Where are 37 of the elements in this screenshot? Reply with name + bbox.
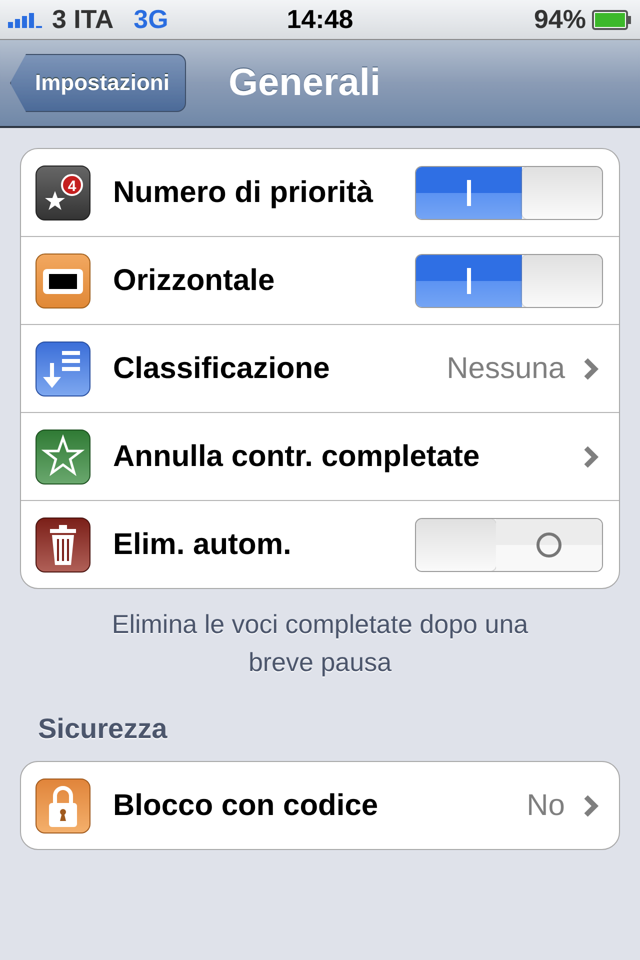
on-mark-icon <box>467 268 471 294</box>
clock-time: 14:48 <box>286 4 354 35</box>
on-mark-icon <box>467 180 471 206</box>
setting-label: Numero di priorità <box>113 176 374 210</box>
settings-row[interactable]: Blocco con codice No <box>21 762 619 849</box>
toggle-switch[interactable] <box>415 166 603 220</box>
chevron-icon <box>583 356 599 380</box>
network-type: 3G <box>134 4 168 35</box>
setting-label: Orizzontale <box>113 264 276 298</box>
screen-title: Generali <box>228 62 381 104</box>
settings-row[interactable]: Orizzontale <box>21 237 619 325</box>
section-header: Sicurezza <box>38 713 168 745</box>
padlock-icon <box>35 778 91 834</box>
setting-label: Annulla contr. completate <box>113 440 481 474</box>
carrier-name: 3 ITA <box>52 4 114 35</box>
chevron-icon <box>583 444 599 468</box>
setting-label: Elim. autom. <box>113 528 292 562</box>
footer-note: Elimina le voci completate dopo una breve pausa <box>110 608 530 679</box>
toggle-switch[interactable] <box>415 518 603 572</box>
settings-row[interactable]: Elim. autom. <box>21 501 619 588</box>
battery-percentage: 94% <box>534 4 586 35</box>
off-mark-icon <box>535 530 563 558</box>
setting-value: Nessuna <box>446 352 565 386</box>
screen-icon <box>35 252 91 308</box>
setting-label: Blocco con codice <box>113 788 380 822</box>
settings-row[interactable]: 4 Numero di priorità <box>21 149 619 237</box>
battery-icon <box>592 10 632 30</box>
chevron-icon <box>583 794 599 818</box>
setting-label: Classificazione <box>113 352 331 386</box>
sort-icon <box>35 340 91 396</box>
star-badge-icon: 4 <box>35 164 91 220</box>
settings-row[interactable]: Annulla contr. completate <box>21 413 619 501</box>
back-button[interactable]: Impostazioni <box>10 54 186 112</box>
trash-icon <box>35 516 91 572</box>
settings-row[interactable]: Classificazione Nessuna <box>21 325 619 413</box>
toggle-switch[interactable] <box>415 254 603 308</box>
setting-value: No <box>526 788 565 822</box>
